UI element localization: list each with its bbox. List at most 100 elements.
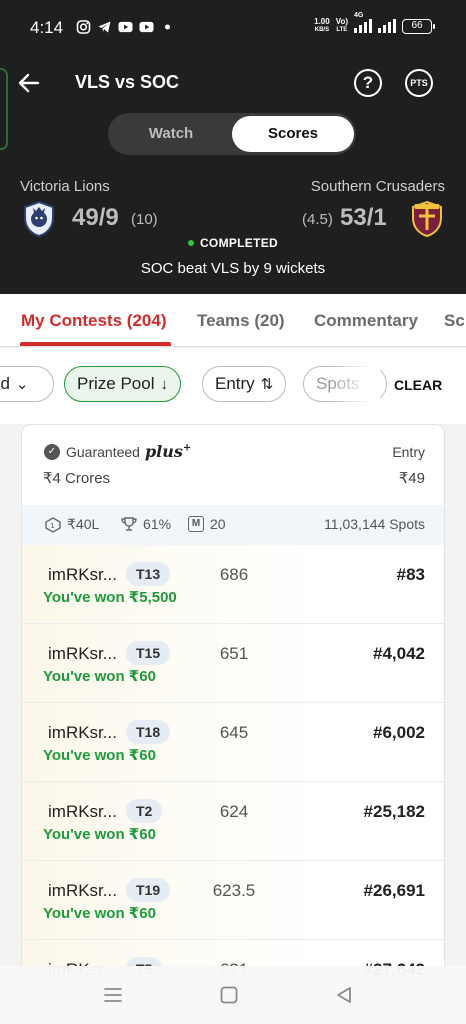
chip-label: ed xyxy=(0,374,10,393)
prize-pool: ₹4 Crores xyxy=(43,470,111,487)
user-name: imRKsr... xyxy=(48,644,117,663)
team-rank: #83 xyxy=(396,565,425,584)
match-result: SOC beat VLS by 9 wickets xyxy=(140,260,326,277)
max-entries: M 20 xyxy=(188,516,226,532)
tab-commentary[interactable]: Commentary xyxy=(314,311,418,331)
team2-score: 53/1 xyxy=(340,204,387,231)
team1-name: Victoria Lions xyxy=(20,178,110,195)
team2-name: Southern Crusaders xyxy=(310,178,445,195)
tab-my-contests[interactable]: My Contests (204) xyxy=(21,311,166,331)
user-name: imRKsr... xyxy=(48,723,117,742)
team1-overs: (10) xyxy=(131,211,158,228)
team-badge: T13 xyxy=(126,562,171,586)
team-badge: T19 xyxy=(126,878,171,902)
back-icon[interactable] xyxy=(333,984,355,1006)
team-rank: #26,691 xyxy=(363,881,425,900)
chip-label: Entry xyxy=(215,374,255,393)
team-rank: #6,002 xyxy=(373,723,425,742)
entry-label: Entry xyxy=(392,444,425,460)
max-entries-value: 20 xyxy=(210,516,226,532)
winnings-text: You've won ₹5,500 xyxy=(43,589,177,606)
team-points: 651 xyxy=(219,644,249,663)
user-name: imRKsr... xyxy=(48,802,117,821)
match-header: 4:14 1.00 KB/S Vo) LTE 4G 66 VLS vs SOC … xyxy=(0,0,466,294)
youtube-icon xyxy=(118,21,133,33)
entry-fee: ₹49 xyxy=(398,470,425,487)
tab-scorecard[interactable]: Sc xyxy=(444,311,465,331)
contest-card-header: ✓ Guaranteed plus+ Entry ₹4 Crores ₹49 xyxy=(22,425,444,505)
winnings-text: You've won ₹60 xyxy=(43,747,156,764)
team2-logo-icon xyxy=(412,200,442,238)
system-icons: 1.00 KB/S Vo) LTE 4G 66 xyxy=(314,12,435,34)
prize-pool-filter-chip[interactable]: Prize Pool ↓ xyxy=(64,366,181,402)
active-tab-indicator xyxy=(20,342,171,346)
telegram-icon xyxy=(98,21,111,33)
status-bar: 4:14 1.00 KB/S Vo) LTE 4G 66 xyxy=(0,0,466,56)
status-dot-icon xyxy=(187,239,194,246)
plus-label: plus xyxy=(144,442,183,461)
notification-icons xyxy=(76,20,175,34)
home-icon[interactable] xyxy=(218,984,240,1006)
scores-toggle-option[interactable]: Scores xyxy=(232,116,354,152)
contest-type: ✓ Guaranteed plus+ xyxy=(44,442,191,461)
tab-teams[interactable]: Teams (20) xyxy=(197,311,285,331)
team-entry-row[interactable]: imRKsr... T2 624 #25,182 You've won ₹60 xyxy=(22,782,444,861)
first-prize-medal-icon: 1 xyxy=(45,516,61,533)
team-points: 623.5 xyxy=(212,881,256,900)
team-points: 624 xyxy=(219,802,249,821)
status-time: 4:14 xyxy=(30,18,64,37)
plus-badge: plus+ xyxy=(145,442,191,461)
team-entries-list: imRKsr... T13 686 #83 You've won ₹5,500 … xyxy=(22,545,444,983)
svg-text:1: 1 xyxy=(50,522,54,530)
max-entries-icon: M xyxy=(188,516,204,532)
trophy-icon xyxy=(121,517,137,531)
status-filter-chip[interactable]: ed ⌄ xyxy=(0,366,54,402)
winnings-text: You've won ₹60 xyxy=(43,668,156,685)
recent-apps-icon[interactable] xyxy=(102,984,124,1006)
scroll-fade xyxy=(330,348,380,424)
side-panel-edge[interactable] xyxy=(0,68,8,150)
team-rank: #25,182 xyxy=(363,802,425,821)
team-entry-row[interactable]: imRKsr... T19 623.5 #26,691 You've won ₹… xyxy=(22,861,444,940)
winnings-text: You've won ₹60 xyxy=(43,826,156,843)
user-name: imRKsr... xyxy=(48,565,117,584)
section-tabs: My Contests (204) Teams (20) Commentary … xyxy=(0,294,466,347)
contest-card[interactable]: ✓ Guaranteed plus+ Entry ₹4 Crores ₹49 1… xyxy=(21,424,445,984)
team-entry-row[interactable]: imRKsr... T15 651 #4,042 You've won ₹60 xyxy=(22,624,444,703)
team-badge: T2 xyxy=(126,799,163,823)
net-speed: 1.00 KB/S xyxy=(314,18,330,34)
match-status: COMPLETED xyxy=(0,236,466,250)
plus-sup: + xyxy=(182,442,192,454)
sort-icon: ⇅ xyxy=(260,376,274,393)
win-percentage: 61% xyxy=(120,516,171,532)
match-status-text: COMPLETED xyxy=(199,236,279,250)
team1-score: 49/9 xyxy=(72,204,119,231)
entry-filter-chip[interactable]: Entry ⇅ xyxy=(202,366,287,402)
team-points: 645 xyxy=(219,723,249,742)
points-system-button[interactable]: PTS xyxy=(405,69,433,97)
filter-bar: ed⌄ Prize Pool↓ Entry⇅ Spots˅ CLEAR xyxy=(0,348,466,424)
signal-bars-icon xyxy=(378,19,396,33)
arrow-down-icon: ↓ xyxy=(160,376,168,393)
signal-bars-icon xyxy=(354,19,372,33)
first-prize-value: ₹40L xyxy=(67,516,100,532)
team-rank: #4,042 xyxy=(373,644,425,663)
total-spots: 11,03,144 Spots xyxy=(324,516,425,532)
clear-filters-button[interactable]: CLEAR xyxy=(394,377,442,393)
watch-toggle-option[interactable]: Watch xyxy=(110,116,232,152)
team-entry-row[interactable]: imRKsr... T18 645 #6,002 You've won ₹60 xyxy=(22,703,444,782)
team2-overs: (4.5) xyxy=(302,211,333,228)
youtube-icon xyxy=(139,21,154,33)
help-button[interactable]: ? xyxy=(354,69,382,97)
watch-scores-toggle: Watch Scores xyxy=(108,113,356,155)
battery-icon: 66 xyxy=(402,18,435,34)
system-navigation-bar xyxy=(0,966,466,1024)
user-name: imRKsr... xyxy=(48,881,117,900)
verified-check-icon: ✓ xyxy=(44,443,60,460)
team-entry-row[interactable]: imRKsr... T13 686 #83 You've won ₹5,500 xyxy=(22,545,444,624)
net-speed-unit: KB/S xyxy=(314,27,330,33)
back-arrow-icon[interactable] xyxy=(16,70,42,96)
win-percentage-value: 61% xyxy=(143,516,172,532)
page-title: VLS vs SOC xyxy=(75,72,180,92)
volte-bottom: LTE xyxy=(336,27,348,33)
